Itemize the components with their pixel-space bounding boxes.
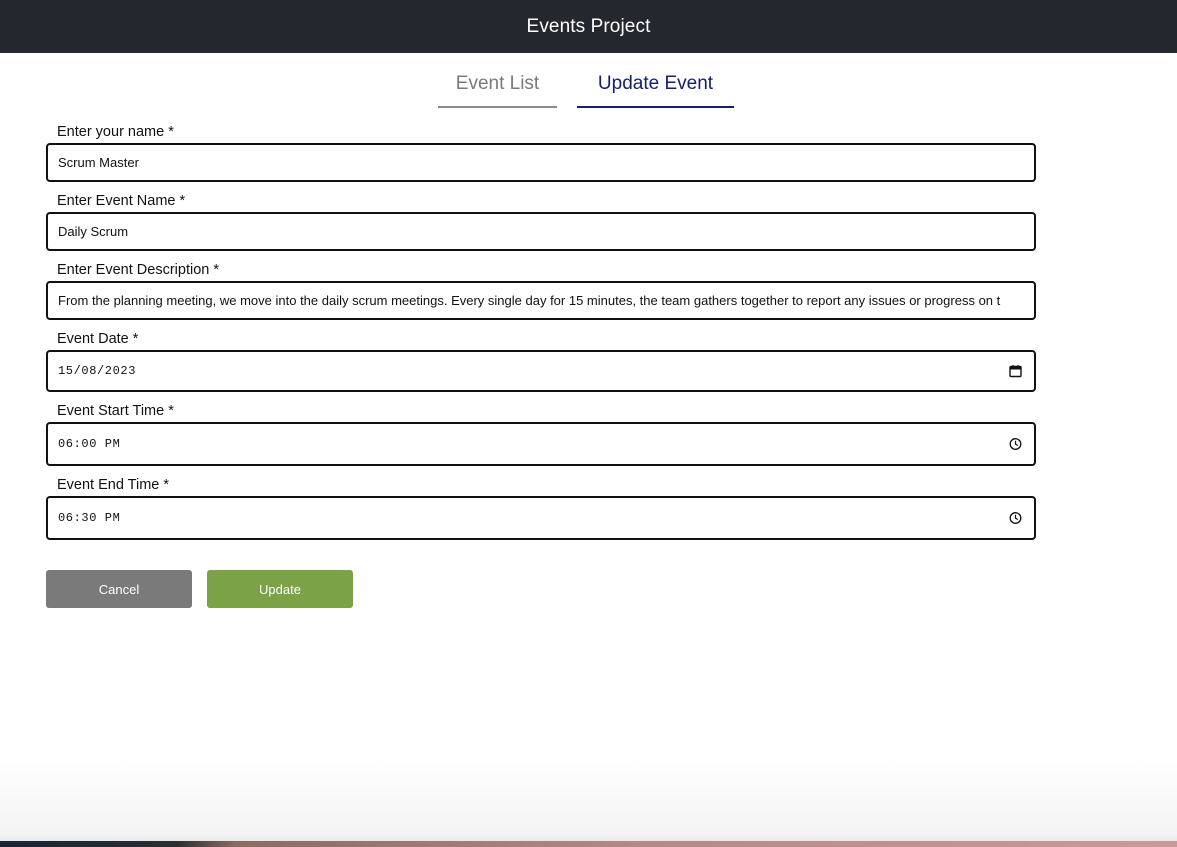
end-time-input[interactable] <box>48 498 1034 538</box>
end-time-field-wrapper <box>46 496 1036 540</box>
event-name-input[interactable] <box>48 214 1034 249</box>
clock-icon[interactable] <box>1009 438 1022 451</box>
date-label: Event Date * <box>57 331 139 347</box>
window-bottom-edge <box>0 841 1177 847</box>
app-title: Events Project <box>526 15 651 37</box>
app-root: Events Project Event List Update Event E… <box>0 0 1177 847</box>
tab-event-list[interactable]: Event List <box>438 63 557 108</box>
description-field-wrapper <box>46 281 1036 320</box>
date-input[interactable] <box>48 352 1034 390</box>
calendar-icon[interactable] <box>1009 365 1022 378</box>
name-field-wrapper <box>46 143 1036 182</box>
bottom-shadow <box>0 760 1177 847</box>
top-navbar: Events Project <box>0 0 1177 53</box>
description-label: Enter Event Description * <box>57 262 219 278</box>
end-time-label: Event End Time * <box>57 477 170 493</box>
start-time-field-wrapper <box>46 422 1036 466</box>
name-label: Enter your name * <box>57 124 174 140</box>
start-time-label: Event Start Time * <box>57 403 174 419</box>
name-input[interactable] <box>48 145 1034 180</box>
tab-bar: Event List Update Event <box>0 63 1177 109</box>
event-name-label: Enter Event Name * <box>57 193 186 209</box>
clock-icon[interactable] <box>1009 512 1022 525</box>
start-time-input[interactable] <box>48 424 1034 464</box>
description-input[interactable] <box>48 283 1034 318</box>
event-name-field-wrapper <box>46 212 1036 251</box>
tab-update-event[interactable]: Update Event <box>577 63 734 108</box>
update-button[interactable]: Update <box>207 570 353 608</box>
date-field-wrapper <box>46 350 1036 392</box>
cancel-button[interactable]: Cancel <box>46 570 192 608</box>
